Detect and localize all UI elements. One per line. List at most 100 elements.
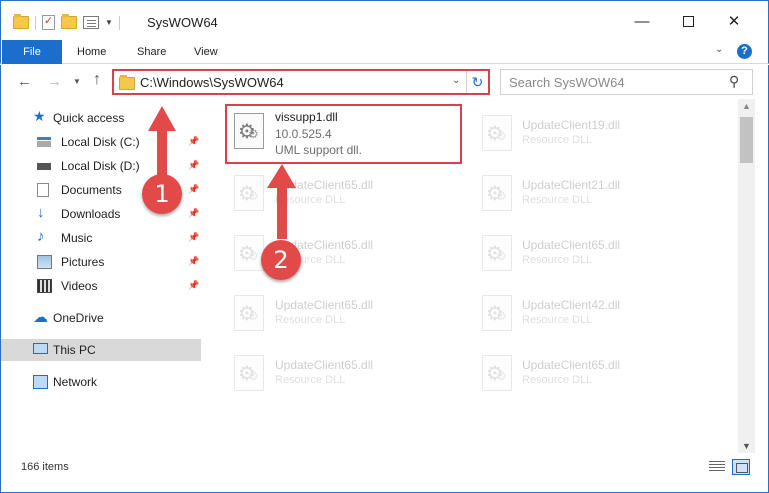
toolbar-separator (35, 15, 36, 30)
scroll-up-icon[interactable]: ▲ (742, 101, 751, 111)
file-name: UpdateClient65.dll (275, 358, 374, 372)
pin-icon[interactable]: 📌 (188, 232, 199, 243)
pin-icon[interactable]: 📌 (188, 136, 199, 147)
file-description: Resource DLL (522, 134, 593, 146)
file-name: UpdateClient65.dll (275, 178, 374, 192)
status-bar: 166 items (0, 453, 769, 493)
computer-icon (33, 343, 48, 354)
sidebar-item-label: Local Disk (D:) (61, 159, 140, 173)
new-folder-icon[interactable] (61, 14, 77, 29)
highlight-box (225, 104, 462, 164)
tab-share[interactable]: Share (137, 40, 166, 64)
file-description: Resource DLL (522, 194, 593, 206)
folder-icon[interactable] (13, 14, 29, 29)
cloud-icon: ☁ (33, 309, 48, 326)
sidebar-item-label: Pictures (61, 255, 105, 269)
step-2-badge: 2 (261, 240, 301, 280)
star-icon: ★ (33, 108, 46, 124)
file-description: Resource DLL (275, 374, 346, 386)
vertical-scrollbar[interactable]: ▲ ▼ (738, 99, 755, 453)
tab-home[interactable]: Home (77, 40, 106, 64)
properties-icon[interactable] (42, 14, 55, 30)
sidebar-item-label: Local Disk (C:) (61, 135, 140, 149)
view-options-icon[interactable] (83, 16, 99, 29)
details-view-icon[interactable] (709, 461, 725, 473)
pin-icon[interactable]: 📌 (188, 280, 199, 291)
settings-gear-icon (482, 295, 512, 331)
settings-gear-icon (482, 115, 512, 151)
sidebar-item-label: Documents (61, 183, 122, 197)
minimize-button[interactable]: — (627, 9, 657, 33)
sidebar-item-videos[interactable]: Videos 📌 (1, 275, 201, 297)
pin-icon[interactable]: 📌 (188, 256, 199, 267)
dll-file-icon (482, 295, 516, 335)
file-name: UpdateClient65.dll (522, 358, 621, 372)
sidebar-item-network[interactable]: Network (1, 371, 201, 393)
dll-file-icon (482, 235, 516, 275)
item-count: 166 items (21, 461, 69, 473)
tab-file[interactable]: File (2, 40, 62, 64)
navigation-pane: ★ Quick access Local Disk (C:) 📌 Local D… (0, 99, 208, 453)
customize-toolbar-chevron-icon[interactable]: ▼ (105, 18, 113, 27)
sidebar-item-onedrive[interactable]: ☁ OneDrive (1, 307, 201, 329)
file-item[interactable]: UpdateClient19.dll Resource DLL (476, 107, 716, 163)
settings-gear-icon (482, 235, 512, 271)
forward-arrow-icon[interactable]: → (47, 73, 62, 90)
drive-icon (37, 135, 52, 149)
search-input[interactable]: Search SysWOW64 ⚲ (500, 69, 753, 95)
file-item[interactable]: UpdateClient65.dll Resource DLL (476, 227, 716, 283)
address-path[interactable]: C:\Windows\SysWOW64 (140, 75, 284, 90)
file-name: UpdateClient42.dll (522, 298, 621, 312)
sidebar-item-label: Downloads (61, 207, 121, 221)
search-placeholder: Search SysWOW64 (509, 75, 625, 90)
sidebar-item-label: Music (61, 231, 93, 245)
sidebar-item-this-pc[interactable]: This PC (1, 339, 201, 361)
sidebar-item-local-disk-c[interactable]: Local Disk (C:) 📌 (1, 131, 201, 153)
sidebar-item-pictures[interactable]: Pictures 📌 (1, 251, 201, 273)
title-bar: ▼ SysWOW64 — ✕ (0, 0, 769, 40)
quick-access-toolbar: ▼ (13, 14, 120, 30)
file-item[interactable]: UpdateClient21.dll Resource DLL (476, 167, 716, 223)
file-description: Resource DLL (522, 254, 593, 266)
back-arrow-icon[interactable]: ← (17, 73, 32, 90)
address-history-chevron-icon[interactable]: ⌄ (452, 75, 460, 86)
pin-icon[interactable]: 📌 (188, 184, 199, 195)
toolbar-separator (118, 15, 120, 30)
help-icon[interactable]: ? (737, 44, 752, 59)
sidebar-item-local-disk-d[interactable]: Local Disk (D:) 📌 (1, 155, 201, 177)
maximize-icon (682, 15, 694, 27)
search-icon[interactable]: ⚲ (729, 73, 739, 90)
settings-gear-icon (234, 235, 264, 271)
file-description: Resource DLL (522, 314, 593, 326)
downloads-icon: ↓ (37, 204, 45, 221)
settings-gear-icon (482, 355, 512, 391)
scroll-down-icon[interactable]: ▼ (742, 441, 751, 451)
file-description: Resource DLL (275, 194, 346, 206)
file-name: UpdateClient21.dll (522, 178, 621, 192)
address-bar[interactable]: C:\Windows\SysWOW64 ⌄ ↻ (112, 69, 490, 95)
file-item[interactable]: UpdateClient65.dll Resource DLL (228, 347, 468, 403)
file-item[interactable]: UpdateClient42.dll Resource DLL (476, 287, 716, 343)
file-item[interactable]: UpdateClient65.dll Resource DLL (228, 167, 468, 223)
recent-locations-chevron-icon[interactable]: ▼ (73, 77, 81, 86)
large-icons-view-icon[interactable] (732, 459, 750, 475)
window-border (755, 99, 769, 493)
file-item[interactable]: UpdateClient65.dll Resource DLL (228, 287, 468, 343)
pin-icon[interactable]: 📌 (188, 208, 199, 219)
sidebar-item-quick-access[interactable]: ★ Quick access (1, 107, 201, 129)
scrollbar-thumb[interactable] (740, 117, 753, 163)
settings-gear-icon (234, 175, 264, 211)
close-button[interactable]: ✕ (719, 9, 749, 33)
sidebar-item-music[interactable]: ♪ Music 📌 (1, 227, 201, 249)
up-arrow-icon[interactable]: ↑ (93, 71, 101, 89)
maximize-button[interactable] (673, 9, 703, 33)
file-item[interactable]: UpdateClient65.dll Resource DLL (476, 347, 716, 403)
refresh-icon[interactable]: ↻ (466, 71, 488, 93)
tab-view[interactable]: View (194, 40, 218, 64)
sidebar-item-label: Quick access (53, 111, 125, 125)
file-description: Resource DLL (522, 374, 593, 386)
expand-ribbon-chevron-icon[interactable]: ⌄ (715, 44, 723, 55)
videos-icon (37, 279, 52, 293)
pin-icon[interactable]: 📌 (188, 160, 199, 171)
sidebar-item-label: OneDrive (53, 311, 104, 325)
